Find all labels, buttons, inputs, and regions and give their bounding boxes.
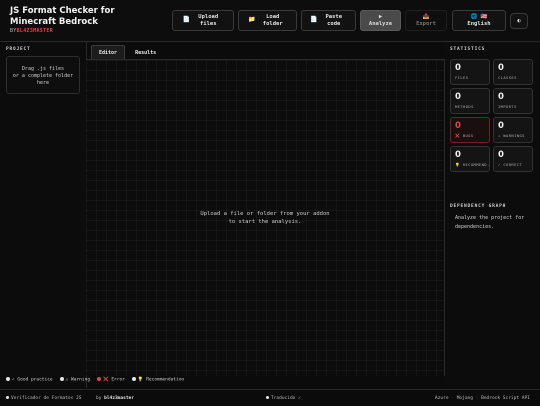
stat-classes: 0 CLASSES	[493, 59, 533, 85]
footer-credit: by bl4z3master	[96, 396, 134, 401]
tab-editor[interactable]: Editor	[91, 45, 126, 59]
translated-dot-icon	[266, 396, 269, 399]
theme-toggle-button[interactable]: ◐	[510, 13, 528, 29]
stat-label: METHODS	[455, 104, 474, 109]
language-selector[interactable]: 🌐 🇺🇸 English	[452, 10, 506, 31]
export-button[interactable]: 📥 Export	[405, 10, 447, 31]
legend-warning: ⚠ Warning	[59, 377, 90, 383]
legend: ✓ Good practice ⚠ Warning ❌ Error 💡 Reco…	[6, 377, 184, 383]
footer-app-name: Verificador de Formatos JS	[6, 396, 81, 401]
byline: BYBL4Z3MASTER	[10, 28, 53, 34]
file-icon: 📄	[182, 16, 191, 24]
stat-label: ❌ BUGS	[455, 133, 474, 138]
stat-value: 0	[455, 150, 461, 160]
stat-value: 0	[455, 92, 461, 102]
stat-warnings: 0 ⚠ WARNINGS	[493, 117, 533, 143]
stat-value: 0	[498, 150, 504, 160]
stat-label: 💡 RECOMMEND.	[455, 162, 490, 167]
folder-icon: 📁	[248, 16, 256, 24]
footer-separator: ·	[475, 396, 479, 401]
footer-author: bl4z3master	[104, 396, 134, 401]
load-folder-label: Load folder	[262, 14, 283, 27]
footer: Verificador de Formatos JS by bl4z3maste…	[0, 389, 540, 406]
byline-author: BL4Z3MASTER	[16, 28, 54, 34]
stat-files: 0 FILES	[450, 59, 490, 85]
upload-files-button[interactable]: 📄 Upload files	[172, 10, 234, 31]
error-dot-icon	[97, 377, 102, 381]
stat-label: ⚠ WARNINGS	[498, 133, 525, 138]
legend-good: ✓ Good practice	[6, 377, 53, 383]
legend-recommendation: 💡 Recommendation	[131, 377, 184, 383]
footer-status: Traducido ✓	[266, 396, 301, 401]
analyze-button[interactable]: ▶ Analyze	[360, 10, 401, 31]
placeholder-line-2: to start the analysis.	[228, 218, 302, 225]
export-label: Export	[416, 20, 436, 27]
stat-label: IMPORTS	[498, 104, 517, 109]
stat-bugs: 0 ❌ BUGS	[450, 117, 490, 143]
statistics-panel: STATISTICS 0 FILES 0 CLASSES 0 METHODS 0…	[445, 42, 540, 388]
stat-label: FILES	[455, 75, 469, 80]
dependency-graph-text: Analyze the project for dependencies.	[455, 215, 525, 230]
dropzone-line-1: Drag .js files	[21, 66, 65, 72]
warning-dot-icon	[59, 377, 64, 381]
tab-results[interactable]: Results	[127, 45, 164, 59]
stat-recommendations: 0 💡 RECOMMEND.	[450, 146, 490, 172]
footer-link-azure[interactable]: Azure	[435, 396, 449, 401]
footer-separator: ·	[451, 396, 454, 401]
theme-toggle-icon: ◐	[517, 17, 521, 24]
stat-value: 0	[498, 121, 504, 131]
footer-link-mojang[interactable]: Mojang	[457, 396, 473, 401]
file-dropzone[interactable]: Drag .js files or a complete folder here	[6, 56, 80, 94]
stat-methods: 0 METHODS	[450, 88, 490, 114]
load-folder-button[interactable]: 📁 Load folder	[238, 10, 297, 31]
app-title: JS Format Checker for Minecraft Bedrock	[10, 6, 115, 27]
top-bar: JS Format Checker for Minecraft Bedrock …	[0, 0, 540, 42]
editor-placeholder: Upload a file or folder from your addon …	[86, 211, 444, 226]
stat-imports: 0 IMPORTS	[493, 88, 533, 114]
editor-tabs: Editor Results	[91, 45, 164, 59]
stat-label: CLASSES	[498, 75, 517, 80]
paste-code-label: Paste code	[325, 14, 343, 27]
globe-icon: 🌐	[470, 14, 478, 20]
stat-value: 0	[498, 63, 504, 73]
dropzone-line-2: or a complete folder	[12, 73, 74, 79]
editor-area[interactable]: Upload a file or folder from your addon …	[86, 59, 445, 376]
project-title: PROJECT	[6, 47, 31, 52]
paste-icon: 📄	[310, 16, 318, 24]
good-dot-icon	[6, 377, 10, 381]
stat-value: 0	[498, 92, 504, 102]
flag-icon: 🇺🇸	[480, 14, 488, 20]
legend-error: ❌ Error	[97, 377, 125, 383]
dependency-graph-title: DEPENDENCY GRAPH	[450, 204, 507, 209]
recommendation-dot-icon	[131, 377, 136, 381]
placeholder-line-1: Upload a file or folder from your addon	[200, 211, 330, 217]
footer-link-script-api[interactable]: Bedrock Script API	[481, 396, 530, 401]
dropzone-line-3: here	[36, 80, 50, 86]
project-panel: PROJECT Drag .js files or a complete fol…	[0, 42, 87, 388]
analyze-label: Analyze	[368, 20, 393, 27]
stat-value: 0	[455, 121, 461, 131]
upload-files-label: Upload files	[198, 14, 219, 27]
stat-correct: 0 ✓ CORRECT	[493, 146, 533, 172]
stat-value: 0	[455, 63, 461, 73]
stat-label: ✓ CORRECT	[498, 162, 523, 167]
paste-code-button[interactable]: 📄 Paste code	[301, 10, 356, 31]
statistics-title: STATISTICS	[450, 47, 486, 52]
status-dot-icon	[6, 396, 9, 399]
byline-prefix: BY	[10, 28, 17, 34]
footer-links: Azure · Mojang · Bedrock Script API	[435, 396, 530, 401]
language-label: English	[467, 20, 491, 27]
